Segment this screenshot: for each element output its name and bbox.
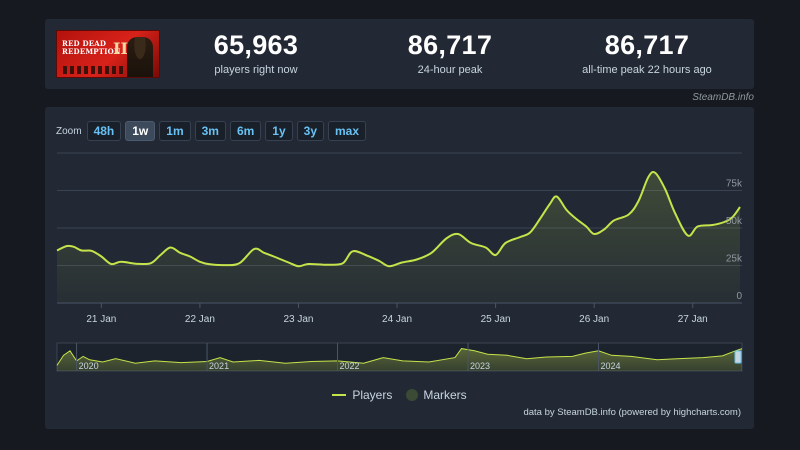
cover-title: Red Dead Redemption — [62, 39, 121, 56]
navigator-tick-label: 2022 — [340, 361, 360, 371]
stats-panel: Red Dead Redemption II 65,963 players ri… — [45, 19, 754, 89]
x-tick-label: 25 Jan — [481, 314, 511, 325]
stat-label: all-time peak 22 hours ago — [582, 64, 712, 76]
y-tick-label: 25k — [726, 254, 743, 265]
navigator-tick-label: 2024 — [600, 361, 620, 371]
players-area — [56, 171, 741, 303]
stat-label: 24-hour peak — [417, 64, 483, 76]
y-tick-label: 50k — [726, 216, 743, 227]
x-tick-label: 24 Jan — [382, 314, 412, 325]
x-tick-label: 27 Jan — [678, 314, 708, 325]
x-tick-label: 22 Jan — [185, 314, 215, 325]
navigator-tick-label: 2021 — [209, 361, 229, 371]
navigator-tick-label: 2023 — [470, 361, 490, 371]
legend-markers-label: Markers — [423, 388, 467, 402]
range-navigator[interactable]: 2020 2021 2022 2023 2024 — [56, 342, 743, 372]
navigator-handle-icon — [734, 350, 742, 364]
players-line-icon — [332, 394, 347, 396]
chart-credit[interactable]: data by SteamDB.info (powered by highcha… — [523, 407, 741, 418]
x-tick-label: 26 Jan — [579, 314, 609, 325]
stat-24h-peak: 86,717 24-hour peak — [385, 30, 515, 76]
players-chart[interactable]: 0 25k 50k 75k 21 Jan 22 Jan 23 Jan 24 Jan 25 Ja… — [45, 107, 754, 429]
game-cover-image[interactable]: Red Dead Redemption II — [56, 30, 160, 78]
stat-label: players right now — [214, 64, 298, 76]
stat-value: 65,963 — [213, 30, 299, 60]
cover-numeral: II — [113, 39, 128, 58]
chart-legend: Players Markers — [45, 388, 754, 402]
stat-all-time-peak: 86,717 all-time peak 22 hours ago — [567, 30, 727, 76]
players-area-fill — [57, 172, 741, 303]
x-axis: 21 Jan 22 Jan 23 Jan 24 Jan 25 Jan 26 Jan 27 J… — [57, 302, 742, 325]
stat-value: 86,717 — [407, 30, 493, 60]
y-tick-label: 75k — [726, 179, 743, 190]
x-tick-label: 21 Jan — [86, 314, 116, 325]
cowboy-figure-icon — [127, 37, 153, 77]
navigator-tick-label: 2020 — [79, 361, 99, 371]
riders-silhouette-icon — [63, 66, 123, 74]
stat-value: 86,717 — [604, 30, 690, 60]
stat-current-players: 65,963 players right now — [191, 30, 321, 76]
x-tick-label: 23 Jan — [283, 314, 313, 325]
player-chart-panel: Zoom 48h 1w 1m 3m 6m 1y 3y max 0 25k 50k 75… — [45, 107, 754, 429]
legend-markers[interactable]: Markers — [406, 388, 467, 402]
markers-dot-icon — [406, 389, 419, 401]
legend-players[interactable]: Players — [332, 388, 392, 402]
steamdb-source-link[interactable]: SteamDB.info — [692, 92, 754, 103]
y-tick-label: 0 — [736, 291, 742, 302]
legend-players-label: Players — [352, 388, 393, 402]
